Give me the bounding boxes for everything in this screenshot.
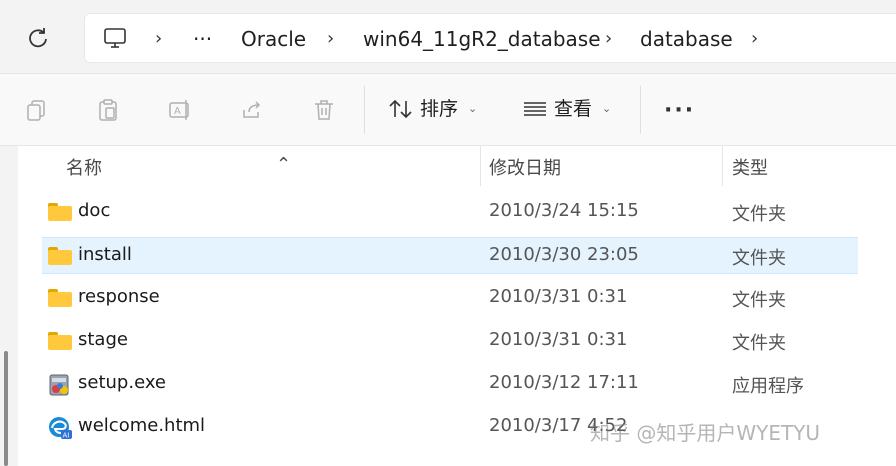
file-modified: 2010/3/24 15:15 [489, 200, 639, 221]
delete-button[interactable] [310, 96, 338, 124]
column-divider[interactable] [722, 146, 723, 186]
svg-text:AI: AI [63, 432, 70, 440]
file-name: setup.exe [78, 372, 166, 393]
svg-text:A: A [174, 106, 181, 117]
folder-icon [48, 287, 72, 309]
file-name: install [78, 244, 132, 265]
paste-button[interactable] [94, 96, 122, 124]
address-toolbar: › ··· Oracle › win64_11gR2_database › da… [0, 0, 896, 74]
file-name: welcome.html [78, 415, 206, 436]
refresh-button[interactable] [22, 22, 54, 54]
trash-icon [315, 100, 333, 120]
view-button[interactable]: 查看 ⌄ [522, 96, 611, 122]
share-icon [243, 101, 261, 118]
share-button[interactable] [238, 96, 266, 124]
view-list-icon [524, 102, 546, 116]
file-modified: 2010/3/31 0:31 [489, 329, 628, 350]
edge-html-icon: AI [48, 416, 72, 440]
command-bar: A 排序 ⌄ 查看 ⌄ ··· [0, 74, 896, 146]
exe-icon [48, 373, 72, 396]
sort-button[interactable]: 排序 ⌄ [388, 96, 477, 122]
toolbar-divider [640, 86, 641, 134]
copy-button[interactable] [22, 96, 50, 124]
chevron-down-icon: ⌄ [468, 102, 478, 115]
file-type: 文件夹 [732, 204, 786, 225]
navigation-pane-edge [0, 146, 18, 466]
file-row-stage[interactable]: stage 2010/3/31 0:31 文件夹 [42, 323, 858, 360]
chevron-right-icon[interactable]: › [327, 28, 334, 49]
chevron-right-icon[interactable]: › [155, 28, 162, 49]
address-bar[interactable]: › ··· Oracle › win64_11gR2_database › da… [84, 13, 896, 63]
more-options-button[interactable]: ··· [664, 98, 695, 123]
chevron-right-icon[interactable]: › [605, 28, 612, 49]
column-header-type[interactable]: 类型 [732, 154, 768, 180]
file-row-setup[interactable]: setup.exe 2010/3/12 17:11 应用程序 [42, 366, 858, 403]
column-divider[interactable] [480, 146, 481, 186]
file-row-doc[interactable]: doc 2010/3/24 15:15 文件夹 [42, 194, 858, 231]
breadcrumb-more[interactable]: ··· [193, 26, 212, 52]
rename-button[interactable]: A [166, 96, 194, 124]
file-modified: 2010/3/12 17:11 [489, 372, 639, 393]
column-header-row: ⌃ 名称 修改日期 类型 [18, 146, 896, 186]
file-row-install[interactable]: install 2010/3/30 23:05 文件夹 [42, 237, 858, 274]
sort-label: 排序 [420, 98, 459, 120]
copy-icon [27, 100, 45, 121]
file-name: doc [78, 200, 111, 221]
breadcrumb-oracle[interactable]: Oracle [241, 26, 306, 52]
file-type: 文件夹 [732, 248, 786, 269]
file-modified: 2010/3/30 23:05 [489, 244, 639, 265]
this-pc-icon[interactable] [103, 26, 127, 54]
column-header-name[interactable]: 名称 [66, 154, 102, 180]
watermark: 知乎 @知乎用户WYETYU [590, 421, 821, 445]
refresh-icon [29, 28, 47, 48]
file-modified: 2010/3/31 0:31 [489, 286, 628, 307]
view-label: 查看 [554, 98, 593, 120]
breadcrumb-database[interactable]: database [640, 26, 733, 52]
sort-ascending-icon: ⌃ [276, 154, 292, 175]
column-header-modified[interactable]: 修改日期 [489, 154, 561, 180]
folder-icon [48, 245, 72, 267]
folder-icon [48, 330, 72, 352]
paste-icon [99, 99, 117, 121]
folder-icon [48, 201, 72, 223]
file-name: response [78, 286, 160, 307]
chevron-down-icon: ⌄ [602, 102, 612, 115]
file-type: 应用程序 [732, 376, 804, 397]
rename-icon: A [169, 100, 189, 120]
sort-icon [389, 99, 412, 119]
toolbar-divider [364, 86, 365, 134]
breadcrumb-win64[interactable]: win64_11gR2_database [363, 26, 601, 52]
file-type: 文件夹 [732, 333, 786, 354]
file-name: stage [78, 329, 128, 350]
scrollbar-thumb[interactable] [4, 351, 8, 466]
file-row-response[interactable]: response 2010/3/31 0:31 文件夹 [42, 280, 858, 317]
chevron-right-icon[interactable]: › [751, 28, 758, 49]
file-type: 文件夹 [732, 290, 786, 311]
